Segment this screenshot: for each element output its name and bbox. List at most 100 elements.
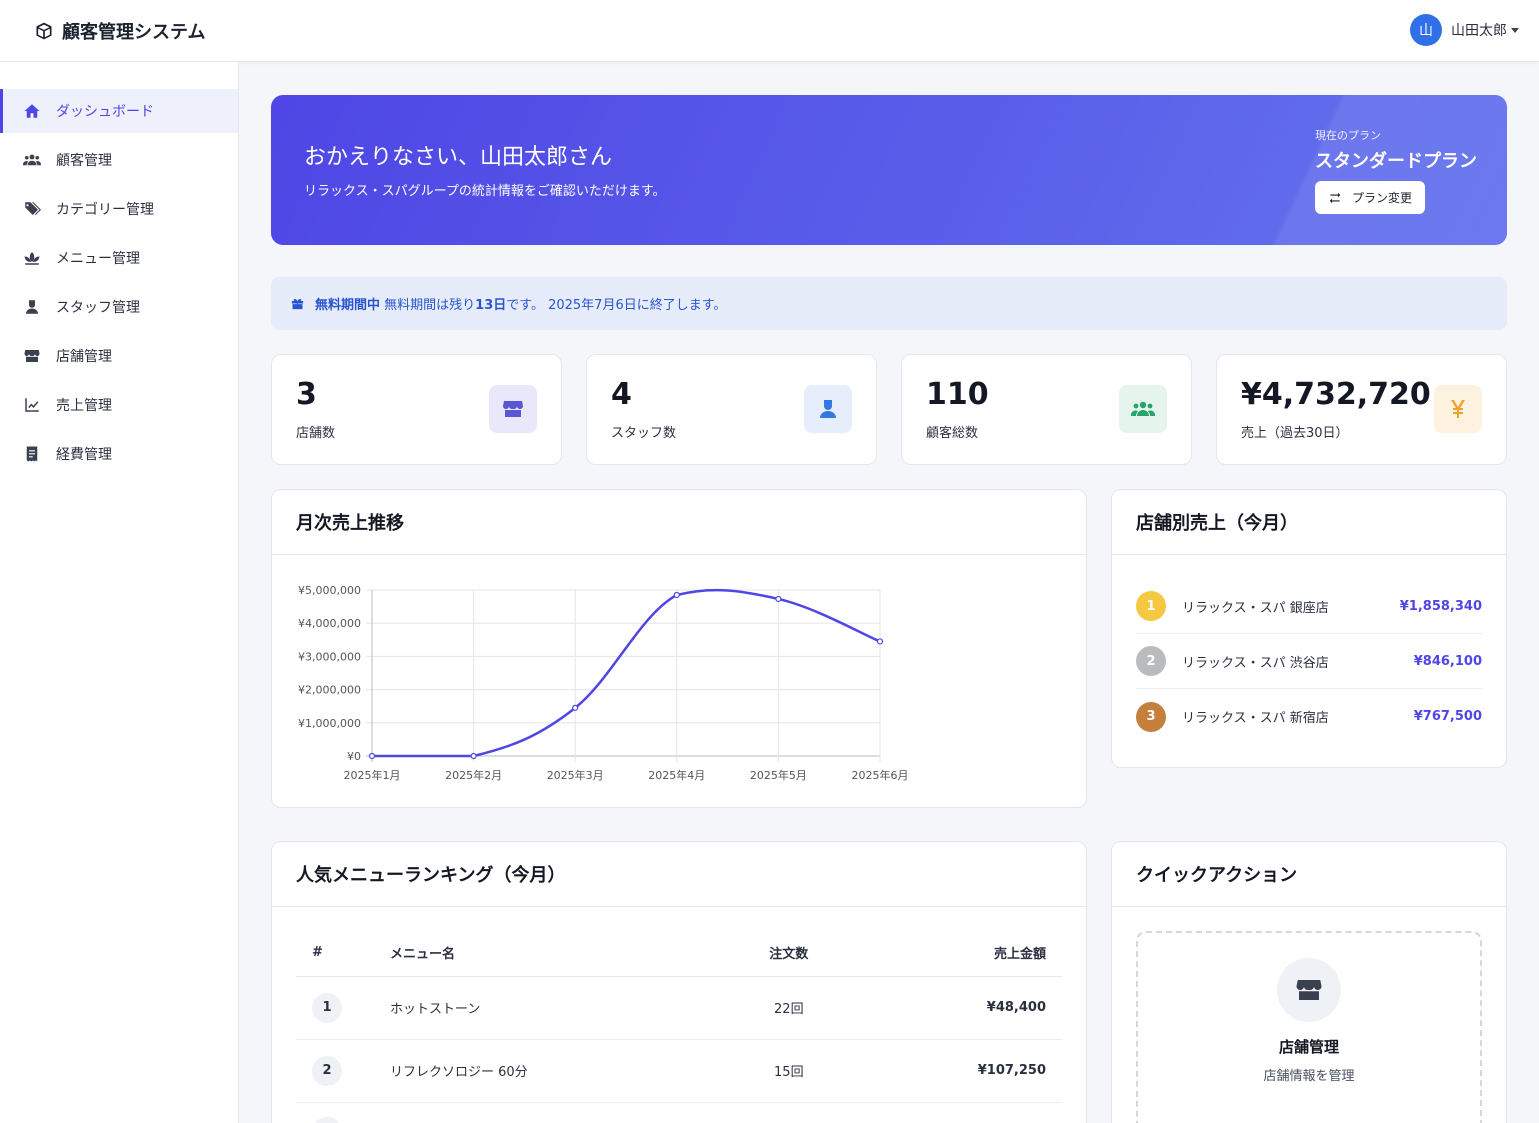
rank-medal: 1 bbox=[1136, 591, 1166, 621]
data-point bbox=[775, 595, 782, 603]
sidebar-item-expenses[interactable]: 経費管理 bbox=[0, 432, 238, 476]
store-icon bbox=[489, 385, 537, 433]
sidebar-item-sales[interactable]: 売上管理 bbox=[0, 383, 238, 427]
store-sales-amount: ¥846,100 bbox=[1413, 653, 1482, 669]
data-point bbox=[470, 752, 477, 760]
spa-icon bbox=[22, 248, 42, 268]
chevron-down-icon bbox=[1511, 27, 1519, 33]
rank-medal: 2 bbox=[1136, 646, 1166, 676]
col-rank: # bbox=[296, 929, 390, 977]
store-icon bbox=[22, 346, 42, 366]
sidebar-item-customers[interactable]: 顧客管理 bbox=[0, 138, 238, 182]
store-sales-row[interactable]: 3 リラックス・スパ 新宿店 ¥767,500 bbox=[1136, 689, 1482, 744]
welcome-banner: おかえりなさい、山田太郎さん リラックス・スパグループの統計情報をご確認いただけ… bbox=[271, 95, 1507, 245]
store-sales-row[interactable]: 2 リラックス・スパ 渋谷店 ¥846,100 bbox=[1136, 634, 1482, 689]
stat-label: スタッフ数 bbox=[611, 426, 677, 441]
sidebar-item-label: スタッフ管理 bbox=[56, 300, 140, 316]
stat-card-staff: 4 スタッフ数 bbox=[586, 354, 877, 465]
menu-ranking-card: 人気メニューランキング（今月） # メニュー名 注文数 売上金額 1 ホットスト… bbox=[271, 841, 1087, 1123]
trial-text-before: 無料期間は残り bbox=[384, 298, 476, 313]
stat-label: 売上（過去30日） bbox=[1241, 426, 1349, 441]
cube-icon bbox=[36, 22, 52, 40]
change-plan-label: プラン変更 bbox=[1352, 191, 1413, 205]
table-row[interactable]: 2 リフレクソロジー 60分 15回 ¥107,250 bbox=[296, 1039, 1062, 1103]
sidebar-item-label: カテゴリー管理 bbox=[56, 202, 154, 218]
stat-card-sales: ¥4,732,720 売上（過去30日） bbox=[1216, 354, 1507, 465]
staff-icon bbox=[804, 385, 852, 433]
order-count: 15回 bbox=[713, 1039, 864, 1103]
monthly-sales-card: 月次売上推移 ¥0 ¥1,000,000 ¥2,000,000 ¥3,000,000 ¥… bbox=[271, 489, 1087, 808]
stat-value: 4 bbox=[611, 377, 632, 412]
trial-status: 無料期間中 bbox=[315, 298, 381, 313]
data-point bbox=[876, 638, 884, 645]
card-title: クイックアクション bbox=[1112, 842, 1506, 907]
y-tick-label: ¥2,000,000 bbox=[298, 684, 361, 697]
table-header-row: # メニュー名 注文数 売上金額 bbox=[296, 929, 1062, 977]
store-name: リラックス・スパ 新宿店 bbox=[1182, 711, 1329, 726]
table-row[interactable] bbox=[296, 1102, 1062, 1123]
stat-card-customers: 110 顧客総数 bbox=[901, 354, 1192, 465]
store-sales-amount: ¥1,858,340 bbox=[1399, 598, 1482, 614]
store-sales-row[interactable]: 1 リラックス・スパ 銀座店 ¥1,858,340 bbox=[1136, 579, 1482, 634]
stat-value: ¥4,732,720 bbox=[1241, 377, 1431, 412]
quick-action-stores[interactable]: 店舗管理 店舗情報を管理 bbox=[1136, 931, 1482, 1123]
card-title: 店舗別売上（今月） bbox=[1112, 490, 1506, 555]
sidebar-item-label: 店舗管理 bbox=[56, 349, 112, 365]
y-tick-label: ¥0 bbox=[347, 750, 361, 763]
x-tick-label: 2025年5月 bbox=[750, 768, 807, 782]
sidebar-item-label: 顧客管理 bbox=[56, 153, 112, 169]
store-sales-amount: ¥767,500 bbox=[1413, 709, 1482, 724]
sales-amount: ¥107,250 bbox=[863, 1039, 1062, 1103]
sidebar-item-label: メニュー管理 bbox=[56, 251, 140, 267]
menu-name: ホットストーン bbox=[390, 976, 714, 1040]
y-tick-label: ¥1,000,000 bbox=[298, 717, 361, 730]
staff-icon bbox=[22, 297, 42, 317]
rank-badge: 2 bbox=[312, 1055, 342, 1086]
rank-medal: 3 bbox=[1136, 701, 1166, 732]
col-order-count: 注文数 bbox=[713, 929, 864, 977]
sales-line bbox=[372, 588, 881, 758]
app-brand[interactable]: 顧客管理システム bbox=[34, 18, 205, 44]
receipt-icon bbox=[22, 444, 42, 464]
sidebar-item-stores[interactable]: 店舗管理 bbox=[0, 334, 238, 378]
menu-name: リフレクソロジー 60分 bbox=[390, 1039, 714, 1103]
app-title: 顧客管理システム bbox=[62, 22, 206, 43]
data-point bbox=[368, 752, 376, 760]
rank-badge bbox=[312, 1116, 342, 1123]
trial-notice: 無料期間中 無料期間は残り13日です。 2025年7月6日に終了します。 bbox=[271, 277, 1507, 330]
sidebar-item-menus[interactable]: メニュー管理 bbox=[0, 236, 238, 280]
sidebar-item-dashboard[interactable]: ダッシュボード bbox=[0, 89, 238, 133]
sidebar: ダッシュボード 顧客管理 カテゴリー管理 メニュー管理 スタッフ管理 店舗管理 … bbox=[0, 62, 239, 1123]
quick-action-desc: 店舗情報を管理 bbox=[1263, 1069, 1355, 1084]
trial-text-after: です。 2025年7月6日に終了します。 bbox=[506, 298, 727, 313]
store-icon bbox=[1277, 958, 1341, 1022]
x-tick-label: 2025年3月 bbox=[547, 768, 604, 782]
users-icon bbox=[1119, 385, 1167, 433]
trial-days: 13日 bbox=[475, 298, 507, 313]
col-sales-amount: 売上金額 bbox=[863, 929, 1062, 977]
tags-icon bbox=[22, 199, 42, 219]
quick-actions-card: クイックアクション 店舗管理 店舗情報を管理 bbox=[1111, 841, 1507, 1123]
stat-label: 顧客総数 bbox=[926, 426, 979, 441]
sidebar-item-staff[interactable]: スタッフ管理 bbox=[0, 285, 238, 329]
sales-amount: ¥48,400 bbox=[863, 976, 1062, 1040]
monthly-sales-chart: ¥0 ¥1,000,000 ¥2,000,000 ¥3,000,000 ¥4,000,0… bbox=[298, 584, 908, 782]
data-point bbox=[673, 591, 680, 599]
y-tick-label: ¥3,000,000 bbox=[298, 650, 361, 663]
x-tick-label: 2025年4月 bbox=[648, 768, 705, 782]
stat-card-stores: 3 店舗数 bbox=[271, 354, 562, 465]
home-icon bbox=[22, 101, 42, 121]
sidebar-item-label: 経費管理 bbox=[56, 447, 112, 463]
stat-value: 110 bbox=[926, 377, 989, 412]
user-menu[interactable]: 山 山田太郎 bbox=[1410, 14, 1519, 46]
menu-ranking-table: # メニュー名 注文数 売上金額 1 ホットストーン 22回 ¥48,400 2… bbox=[296, 929, 1062, 1123]
change-plan-button[interactable]: プラン変更 bbox=[1315, 181, 1426, 214]
card-title: 月次売上推移 bbox=[272, 490, 1086, 555]
card-title: 人気メニューランキング（今月） bbox=[272, 842, 1086, 907]
quick-action-title: 店舗管理 bbox=[1278, 1038, 1339, 1056]
welcome-title: おかえりなさい、山田太郎さん bbox=[304, 145, 613, 170]
plan-name: スタンダードプラン bbox=[1315, 151, 1477, 172]
avatar: 山 bbox=[1410, 14, 1442, 46]
sidebar-item-categories[interactable]: カテゴリー管理 bbox=[0, 187, 238, 231]
table-row[interactable]: 1 ホットストーン 22回 ¥48,400 bbox=[296, 976, 1062, 1040]
